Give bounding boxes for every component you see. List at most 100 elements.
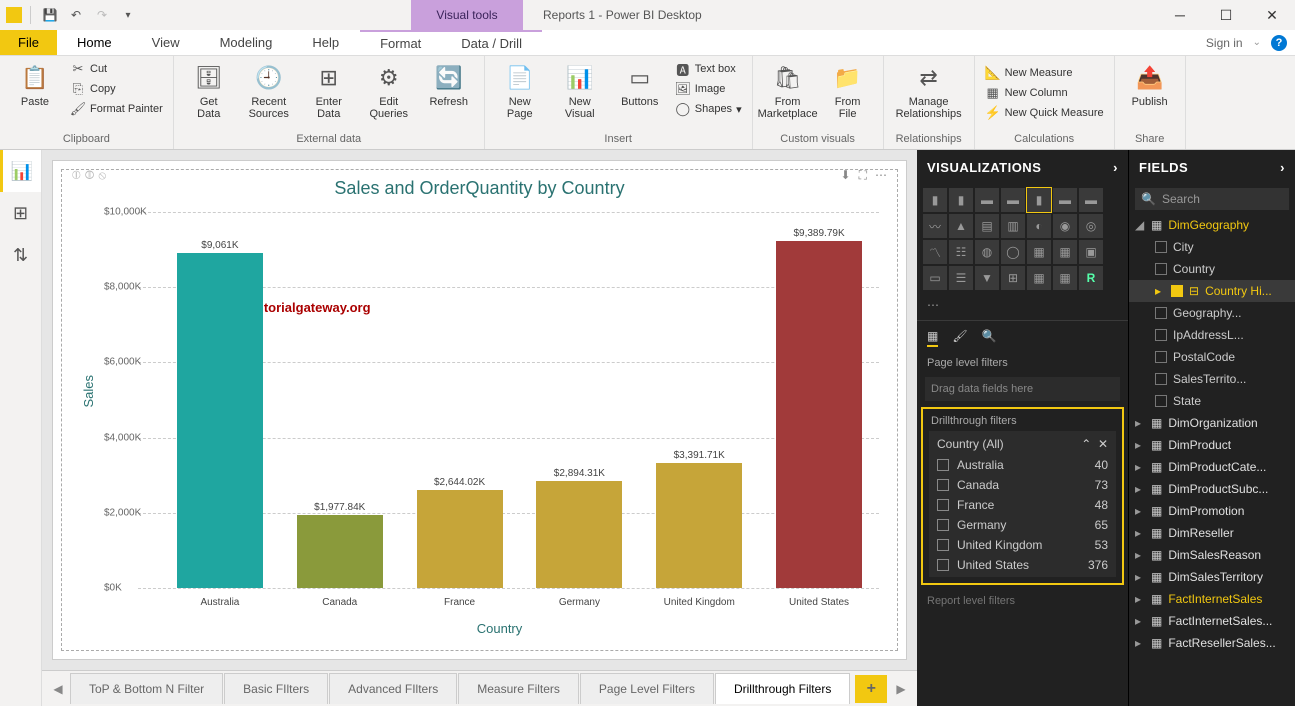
close-button[interactable]: ✕ [1249, 0, 1295, 30]
checkbox[interactable] [1155, 351, 1167, 363]
page-tab[interactable]: Page Level Filters [580, 673, 714, 704]
field-table[interactable]: ▸▦DimReseller [1129, 522, 1295, 544]
field-column[interactable]: Country [1129, 258, 1295, 280]
modeling-tab[interactable]: Modeling [200, 30, 293, 55]
textbox-button[interactable]: 🅰Text box [671, 60, 746, 78]
report-view-button[interactable]: 📊 [0, 150, 41, 192]
new-page-button[interactable]: 📄New Page [491, 58, 549, 124]
refresh-button[interactable]: 🔄Refresh [420, 58, 478, 112]
viz-type-icon[interactable]: ▣ [1079, 240, 1103, 264]
page-tab[interactable]: Advanced FIlters [329, 673, 457, 704]
field-column[interactable]: Geography... [1129, 302, 1295, 324]
cut-button[interactable]: ✂Cut [66, 60, 167, 78]
field-column[interactable]: PostalCode [1129, 346, 1295, 368]
field-table[interactable]: ▸▦FactInternetSales [1129, 588, 1295, 610]
viz-type-icon[interactable]: ▬ [1079, 188, 1103, 212]
viz-type-icon[interactable]: ◐ [1027, 214, 1051, 238]
field-table[interactable]: ▸▦FactResellerSales... [1129, 632, 1295, 654]
collapse-icon[interactable]: › [1113, 160, 1118, 175]
datadrill-tab[interactable]: Data / Drill [441, 30, 542, 55]
new-quick-measure-button[interactable]: ⚡New Quick Measure [981, 104, 1108, 122]
viz-type-icon[interactable]: R [1079, 266, 1103, 290]
format-tab[interactable]: Format [360, 30, 441, 55]
view-tab[interactable]: View [132, 30, 200, 55]
checkbox[interactable] [937, 559, 949, 571]
field-column[interactable]: State [1129, 390, 1295, 412]
add-page-button[interactable]: + [855, 675, 887, 703]
page-tab[interactable]: Measure Filters [458, 673, 579, 704]
field-table[interactable]: ▸▦DimSalesTerritory [1129, 566, 1295, 588]
tab-nav-right[interactable]: ▶ [889, 682, 913, 696]
viz-type-icon[interactable]: ▦ [1027, 266, 1051, 290]
remove-filter-icon[interactable]: ✕ [1098, 437, 1108, 451]
help-tab[interactable]: Help [292, 30, 359, 55]
viz-type-icon[interactable]: ▬ [1001, 188, 1025, 212]
checkbox[interactable] [1155, 329, 1167, 341]
fields-well-tab[interactable]: ▦ [927, 329, 938, 347]
field-column[interactable]: ▸⊟Country Hi... [1129, 280, 1295, 302]
filter-value-row[interactable]: United States376 [929, 555, 1116, 575]
checkbox[interactable] [1155, 395, 1167, 407]
bar-united-states[interactable]: $9,389.79KUnited States [773, 228, 865, 588]
visualizations-header[interactable]: VISUALIZATIONS› [917, 150, 1128, 184]
checkbox[interactable] [937, 499, 949, 511]
viz-type-icon[interactable]: ⊞ [1001, 266, 1025, 290]
drill-down-icon[interactable]: ⦷ [85, 168, 95, 183]
viz-type-icon[interactable]: ▤ [975, 214, 999, 238]
filter-value-row[interactable]: France48 [929, 495, 1116, 515]
checkbox[interactable] [937, 459, 949, 471]
field-column[interactable]: City [1129, 236, 1295, 258]
checkbox[interactable] [1155, 241, 1167, 253]
publish-button[interactable]: 📤Publish [1121, 58, 1179, 112]
viz-type-icon[interactable]: ◍ [975, 240, 999, 264]
enter-data-button[interactable]: ⊞Enter Data [300, 58, 358, 124]
fields-search[interactable]: 🔍Search [1135, 188, 1289, 210]
new-measure-button[interactable]: 📐New Measure [981, 64, 1108, 82]
filter-value-row[interactable]: United Kingdom53 [929, 535, 1116, 555]
field-column[interactable]: SalesTerrito... [1129, 368, 1295, 390]
visual-header-controls[interactable]: ⬇ ⛶ ⋯ [841, 168, 887, 183]
edit-queries-button[interactable]: ⚙Edit Queries [360, 58, 418, 124]
viz-type-icon[interactable]: ▦ [1027, 240, 1051, 264]
filter-value-row[interactable]: Australia40 [929, 455, 1116, 475]
viz-type-icon[interactable]: ▮ [923, 188, 947, 212]
get-data-button[interactable]: 🗄Get Data [180, 58, 238, 124]
viz-type-icon[interactable]: ◎ [1079, 214, 1103, 238]
field-column[interactable]: IpAddressL... [1129, 324, 1295, 346]
collapse-filter-icon[interactable]: ⌃ [1081, 437, 1091, 451]
viz-type-icon[interactable]: ◉ [1053, 214, 1077, 238]
bar-australia[interactable]: $9,061KAustralia [174, 240, 266, 588]
undo-icon[interactable]: ↶ [65, 4, 87, 26]
home-tab[interactable]: Home [57, 30, 132, 55]
field-table[interactable]: ▸▦DimOrganization [1129, 412, 1295, 434]
bar-germany[interactable]: $2,894.31KGermany [533, 468, 625, 588]
bar-france[interactable]: $2,644.02KFrance [414, 477, 506, 588]
checkbox[interactable] [1155, 373, 1167, 385]
table-dimgeography[interactable]: ◢▦DimGeography [1129, 214, 1295, 236]
format-tab-icon[interactable]: 🖌 [952, 329, 967, 347]
new-column-button[interactable]: ▦New Column [981, 84, 1108, 102]
model-view-button[interactable]: ⇅ [0, 234, 41, 276]
checkbox[interactable] [937, 539, 949, 551]
minimize-button[interactable]: ─ [1157, 0, 1203, 30]
viz-type-icon[interactable]: ▦ [1053, 266, 1077, 290]
viz-type-icon[interactable]: ▦ [1053, 240, 1077, 264]
save-icon[interactable]: 💾 [39, 4, 61, 26]
viz-type-icon[interactable]: ☰ [949, 266, 973, 290]
manage-relationships-button[interactable]: ⇄Manage Relationships [890, 58, 968, 124]
page-tab[interactable]: Drillthrough Filters [715, 673, 850, 704]
viz-type-icon[interactable]: ▼ [975, 266, 999, 290]
help-icon[interactable]: ? [1271, 35, 1287, 51]
checkbox[interactable] [937, 519, 949, 531]
filter-value-row[interactable]: Canada73 [929, 475, 1116, 495]
field-table[interactable]: ▸▦FactInternetSales... [1129, 610, 1295, 632]
viz-type-icon[interactable]: ▬ [975, 188, 999, 212]
drill-toggle-icon[interactable]: ⬇ [841, 168, 851, 183]
maximize-button[interactable]: ☐ [1203, 0, 1249, 30]
from-file-button[interactable]: 📁From File [819, 58, 877, 124]
bar-canada[interactable]: $1,977.84KCanada [294, 502, 386, 588]
redo-icon[interactable]: ↷ [91, 4, 113, 26]
viz-type-icon[interactable]: ▮ [949, 188, 973, 212]
viz-type-icon[interactable]: ▲ [949, 214, 973, 238]
visual-drill-controls[interactable]: ⦶ ⦷ ⦸ [72, 168, 106, 183]
